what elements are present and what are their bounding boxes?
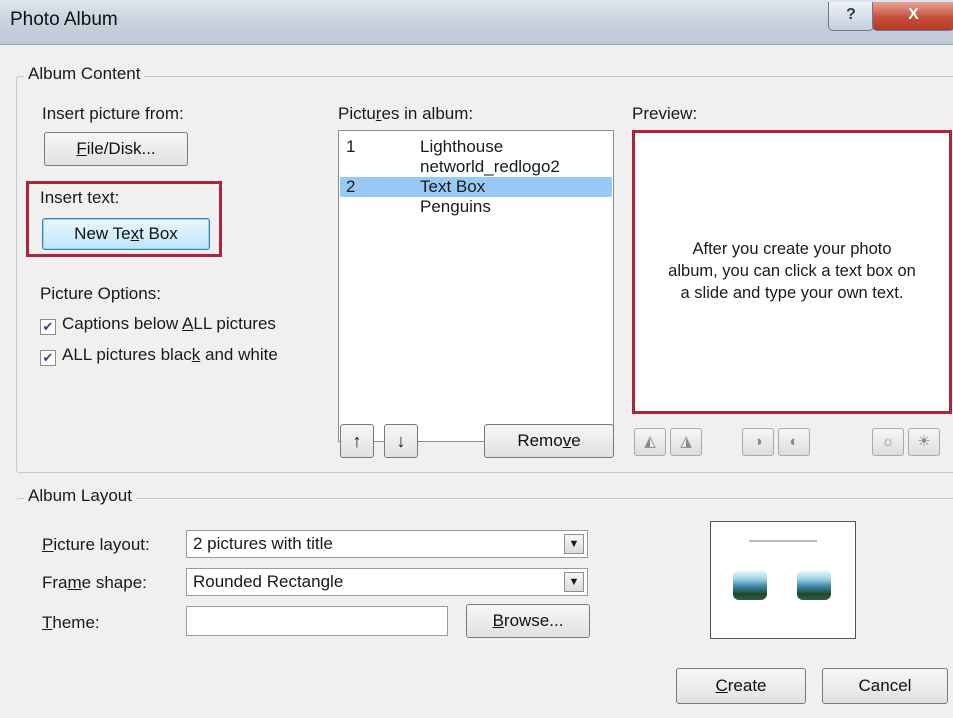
- rotate-right-icon[interactable]: ◮: [670, 428, 702, 456]
- album-layout-legend: Album Layout: [24, 486, 136, 506]
- help-icon: ?: [846, 6, 856, 23]
- contrast-up-icon[interactable]: ◑: [742, 428, 774, 456]
- rotate-left-icon[interactable]: ◭: [634, 428, 666, 456]
- brightness-down-icon[interactable]: ☀: [908, 428, 940, 456]
- captions-checkbox[interactable]: ✔: [40, 319, 56, 335]
- pictures-list[interactable]: 1 Lighthouse networld_redlogo2 2 Text Bo…: [338, 130, 614, 442]
- list-item[interactable]: networld_redlogo2: [340, 157, 612, 177]
- close-button[interactable]: X: [872, 2, 953, 31]
- photo-album-dialog: Photo Album ? X Album Content Insert pic…: [0, 0, 953, 718]
- chevron-down-icon[interactable]: ▼: [564, 572, 584, 592]
- insert-picture-label: Insert picture from:: [42, 104, 184, 123]
- window-title: Photo Album: [10, 9, 118, 30]
- list-item[interactable]: 1 Lighthouse: [340, 137, 612, 157]
- picture-thumbnail: [733, 570, 767, 600]
- theme-label: Theme:: [42, 613, 100, 632]
- move-up-button[interactable]: ↑: [340, 424, 374, 458]
- picture-options-label: Picture Options:: [40, 284, 161, 303]
- list-item[interactable]: Penguins: [340, 197, 612, 217]
- cancel-button[interactable]: Cancel: [822, 668, 948, 704]
- theme-field[interactable]: [186, 606, 448, 636]
- move-down-button[interactable]: ↓: [384, 424, 418, 458]
- new-text-box-button[interactable]: New Text Box: [42, 218, 210, 250]
- close-icon: X: [908, 6, 919, 23]
- title-line: [749, 540, 817, 542]
- chevron-down-icon[interactable]: ▼: [564, 534, 584, 554]
- arrow-down-icon: ↓: [396, 431, 406, 451]
- arrow-up-icon: ↑: [352, 431, 362, 451]
- brightness-up-icon[interactable]: ☼: [872, 428, 904, 456]
- title-bar[interactable]: Photo Album ? X: [0, 0, 953, 45]
- help-button[interactable]: ?: [828, 2, 874, 31]
- black-white-checkbox[interactable]: ✔: [40, 350, 56, 366]
- pictures-in-album-label: Pictures in album:: [338, 104, 474, 123]
- contrast-down-icon[interactable]: ◐: [778, 428, 810, 456]
- layout-preview: [710, 521, 856, 639]
- frame-shape-label: Frame shape:: [42, 573, 147, 592]
- frame-shape-select[interactable]: Rounded Rectangle ▼: [186, 568, 588, 596]
- captions-option[interactable]: ✔ Captions below ALL pictures: [40, 314, 276, 335]
- picture-thumbnail: [797, 570, 831, 600]
- file-disk-button[interactable]: File/Disk...: [44, 132, 188, 166]
- browse-button[interactable]: Browse...: [466, 604, 590, 638]
- insert-text-label: Insert text:: [40, 188, 120, 207]
- picture-layout-select[interactable]: 2 pictures with title ▼: [186, 530, 588, 558]
- create-button[interactable]: Create: [676, 668, 806, 704]
- list-item-selected[interactable]: 2 Text Box: [340, 177, 612, 197]
- preview-text: After you create your photo album, you c…: [668, 240, 916, 302]
- remove-button[interactable]: Remove: [484, 424, 614, 458]
- preview-pane: After you create your photo album, you c…: [632, 130, 952, 414]
- black-white-option[interactable]: ✔ ALL pictures black and white: [40, 345, 278, 366]
- picture-layout-label: Picture layout:: [42, 535, 150, 554]
- preview-label: Preview:: [632, 104, 698, 123]
- album-content-legend: Album Content: [24, 64, 145, 84]
